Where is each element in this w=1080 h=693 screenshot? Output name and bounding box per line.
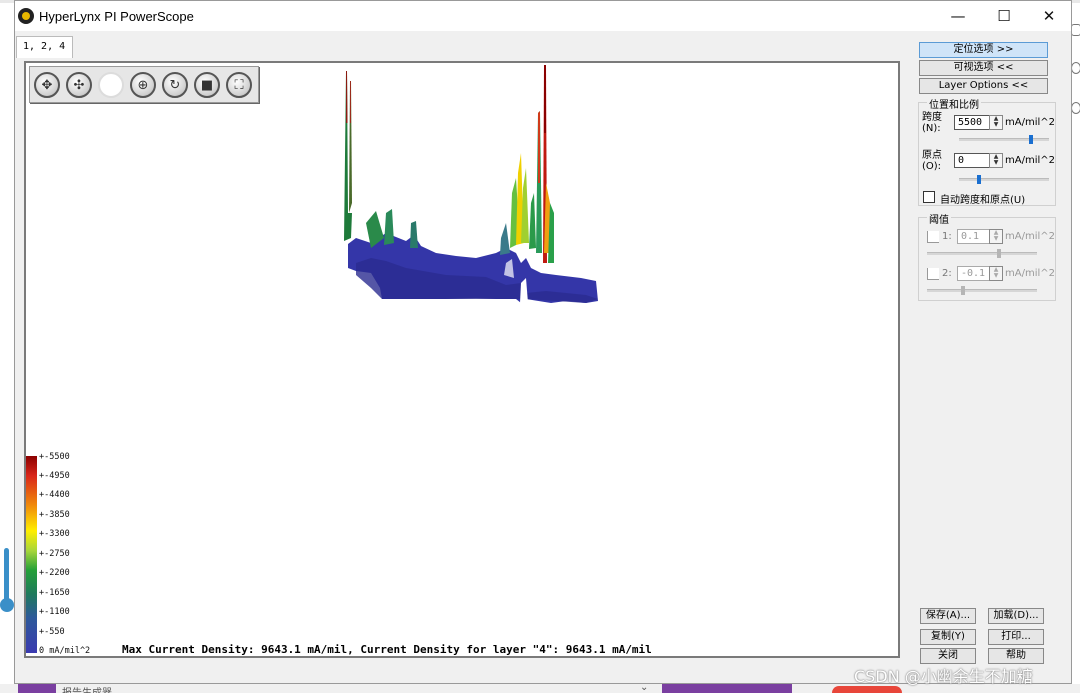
move-icon[interactable]: ✣ [66, 72, 92, 98]
taskbar-app-tile[interactable] [18, 684, 56, 693]
legend-label: +-4400 [39, 490, 70, 500]
title-bar[interactable]: HyperLynx PI PowerScope — ☐ ✕ [15, 1, 1071, 31]
options-panel: 定位选项 >> 可视选项 << Layer Options << 位置和比例 跨… [914, 41, 1056, 664]
span-unit: mA/mil^2 [1005, 117, 1055, 128]
density-spike [410, 221, 418, 248]
target-icon[interactable]: ⊕ [130, 72, 156, 98]
positioning-options-button[interactable]: 定位选项 >> [919, 42, 1048, 58]
threshold1-input[interactable]: 0.1 [957, 229, 990, 244]
pan-icon[interactable]: ✥ [34, 72, 60, 98]
group-title: 位置和比例 [927, 96, 981, 111]
save-button[interactable]: 保存(A)... [920, 608, 976, 624]
close-window-button[interactable]: ✕ [1026, 1, 1072, 31]
threshold-group: 阈值 1: 0.1 ▲ ▼ mA/mil^2 2: -0.1 ▲ ▼ mA/mil^… [918, 211, 1056, 301]
origin-slider[interactable] [959, 178, 1049, 181]
span-stepper[interactable]: ▲ ▼ [989, 115, 1003, 130]
legend-label: +-2200 [39, 568, 70, 578]
max-density-status: Max Current Density: 9643.1 mA/mil, Curr… [122, 643, 652, 656]
origin-unit: mA/mil^2 [1005, 155, 1055, 166]
plot-viewport[interactable]: ✥ ✣ ⊕ ↻ ■ ⛶ +-5500 +-4950 +-4400 +-3850 … [24, 61, 900, 658]
legend-gradient-bar [26, 456, 37, 653]
density-spike [384, 209, 394, 245]
close-button[interactable]: 关闭 [920, 648, 976, 664]
maximize-button[interactable]: ☐ [981, 1, 1027, 31]
threshold2-slider-thumb[interactable] [961, 286, 965, 295]
density-spike [346, 71, 348, 123]
load-button[interactable]: 加载(D)... [988, 608, 1044, 624]
legend-label: 0 mA/mil^2 [39, 646, 91, 656]
background-window-title: 报告生成器 [62, 684, 112, 693]
origin-input[interactable]: 0 [954, 153, 990, 168]
legend-label: +-5500 [39, 452, 70, 462]
threshold1-label: 1: [942, 231, 952, 242]
span-slider-thumb[interactable] [1029, 135, 1033, 144]
density-spike [544, 65, 546, 133]
layer-options-button[interactable]: Layer Options << [919, 78, 1048, 94]
blank-icon[interactable] [98, 72, 124, 98]
color-legend: +-5500 +-4950 +-4400 +-3850 +-3300 +-275… [26, 452, 176, 656]
thermometer-bulb-icon [0, 598, 14, 612]
span-label-key: (N): [922, 123, 941, 134]
threshold1-slider-thumb[interactable] [997, 249, 1001, 258]
legend-label: +-4950 [39, 471, 70, 481]
threshold1-slider[interactable] [927, 252, 1037, 255]
legend-label: +-3300 [39, 529, 70, 539]
origin-label: 原点 [922, 150, 942, 161]
thermometer-icon [4, 548, 9, 604]
legend-label: +-1650 [39, 588, 70, 598]
legend-label: +-3850 [39, 510, 70, 520]
taskbar-app-tile[interactable] [832, 686, 902, 693]
window-title: HyperLynx PI PowerScope [39, 9, 194, 24]
density-spike [538, 111, 540, 183]
view-toolbar: ✥ ✣ ⊕ ↻ ■ ⛶ [29, 66, 259, 103]
threshold2-checkbox[interactable] [927, 268, 939, 280]
legend-label: +-1100 [39, 607, 70, 617]
span-slider[interactable] [959, 138, 1049, 141]
density-spike [529, 193, 536, 249]
span-label: 跨度 [922, 112, 942, 123]
origin-slider-thumb[interactable] [977, 175, 981, 184]
side-toolbar-icon[interactable] [1071, 24, 1080, 36]
density-spike [500, 223, 510, 255]
minimize-button[interactable]: — [935, 1, 981, 31]
origin-label-key: (O): [922, 161, 942, 172]
visual-options-button[interactable]: 可视选项 << [919, 60, 1048, 76]
stop-icon[interactable]: ■ [194, 72, 220, 98]
auto-span-label[interactable]: 自动跨度和原点(U) [940, 191, 1025, 206]
origin-stepper[interactable]: ▲ ▼ [989, 153, 1003, 168]
legend-label: +-550 [39, 627, 65, 637]
print-button[interactable]: 打印... [988, 629, 1044, 645]
span-input[interactable]: 5500 [954, 115, 990, 130]
fit-icon[interactable]: ⛶ [226, 72, 252, 98]
csdn-watermark: CSDN @小幽余生不加糖 [854, 667, 1033, 686]
threshold2-slider[interactable] [927, 289, 1037, 292]
threshold1-stepper[interactable]: ▲ ▼ [989, 229, 1003, 244]
threshold2-input[interactable]: -0.1 [957, 266, 990, 281]
density-spike [350, 81, 351, 123]
side-toolbar-icon[interactable] [1071, 102, 1080, 114]
copy-button[interactable]: 复制(Y) [920, 629, 976, 645]
threshold1-checkbox[interactable] [927, 231, 939, 243]
app-logo-icon [18, 8, 34, 24]
rotate-icon[interactable]: ↻ [162, 72, 188, 98]
tab-layers[interactable]: 1, 2, 4 [16, 36, 73, 58]
powerscope-window: HyperLynx PI PowerScope — ☐ ✕ 1, 2, 4 ✥ … [14, 0, 1072, 684]
side-toolbar-icon[interactable] [1071, 62, 1080, 74]
taskbar-app-tile[interactable] [662, 684, 792, 693]
help-button[interactable]: 帮助 [988, 648, 1044, 664]
threshold2-stepper[interactable]: ▲ ▼ [989, 266, 1003, 281]
auto-span-checkbox[interactable] [923, 191, 935, 203]
threshold2-unit: mA/mil^2 [1005, 268, 1055, 279]
group-title: 阈值 [927, 211, 951, 226]
legend-label: +-2750 [39, 549, 70, 559]
position-scale-group: 位置和比例 跨度 (N): 5500 ▲ ▼ mA/mil^2 原点 (O): 0… [918, 96, 1056, 206]
threshold1-unit: mA/mil^2 [1005, 231, 1055, 242]
threshold2-label: 2: [942, 268, 952, 279]
